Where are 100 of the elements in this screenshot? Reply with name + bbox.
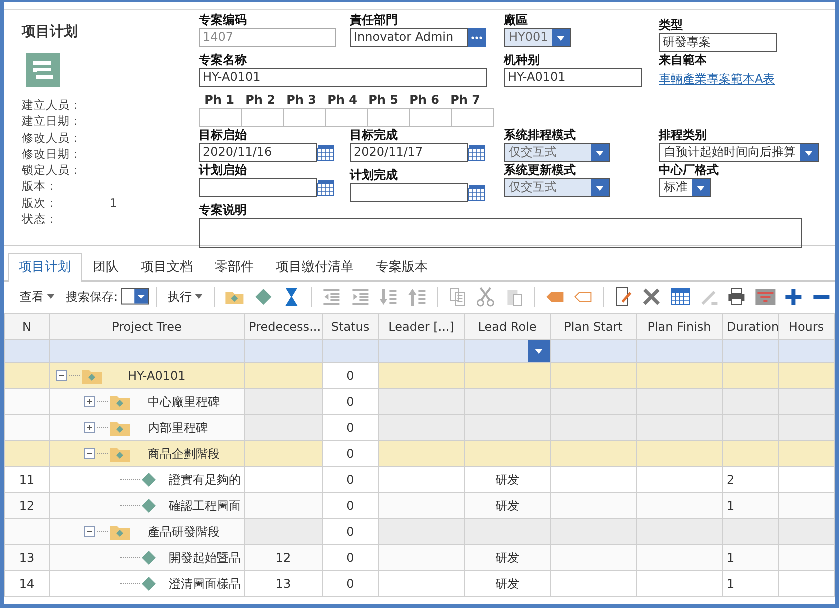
- input-field[interactable]: [199, 178, 317, 197]
- table-row[interactable]: 11 證實有足夠的 0 研发 2: [4, 466, 834, 492]
- menu-button[interactable]: 执行: [164, 288, 208, 306]
- filter-cell[interactable]: [244, 340, 322, 362]
- tree-label: 產品研發階段: [148, 524, 220, 540]
- dropdown-button[interactable]: [528, 340, 550, 362]
- caret-icon: [195, 294, 204, 299]
- tree-cell[interactable]: 產品研發階段: [50, 518, 244, 544]
- tree-cell[interactable]: 證實有足夠的: [50, 466, 244, 492]
- table-row[interactable]: 13 開發起始暨品 12 0 研发 1: [4, 544, 834, 570]
- expand-icon[interactable]: [84, 422, 95, 433]
- table-cell: 0: [322, 440, 378, 466]
- tree-cell[interactable]: 内部里程碑: [50, 414, 244, 440]
- filter-cell[interactable]: [722, 340, 778, 362]
- table-cell: [778, 518, 834, 544]
- table-row[interactable]: 產品研發階段 0: [4, 518, 834, 544]
- calendar-icon[interactable]: [317, 178, 335, 196]
- tab[interactable]: 零部件: [204, 253, 265, 280]
- caret-icon: [595, 184, 605, 192]
- tree-cell[interactable]: 開發起始暨品: [50, 544, 244, 570]
- field-label: 建立日期：: [22, 113, 83, 130]
- filter-cell[interactable]: [550, 340, 636, 362]
- menu-button[interactable]: 查看: [16, 288, 59, 306]
- field-label: 修改日期：: [22, 146, 83, 162]
- filter-cell[interactable]: [378, 340, 464, 362]
- close-icon[interactable]: [641, 286, 663, 306]
- text-area[interactable]: [199, 218, 802, 248]
- table-row[interactable]: 14 澄清圖面樣品 13 0 研发 1: [4, 570, 834, 596]
- phase-field[interactable]: [409, 108, 452, 127]
- calendar-icon[interactable]: [670, 286, 691, 306]
- table-cell: [4, 388, 50, 414]
- folder-icon: [110, 394, 130, 410]
- phase-field[interactable]: [199, 108, 242, 127]
- input-field[interactable]: 2020/11/16: [199, 143, 317, 162]
- phase-label: Ph 4: [326, 92, 358, 108]
- table-cell: 0: [322, 570, 378, 596]
- tree-cell[interactable]: 商品企劃階段: [50, 440, 244, 466]
- tab[interactable]: 项目文档: [130, 253, 204, 280]
- tree-cell[interactable]: HY-A0101: [50, 362, 244, 388]
- phase-field[interactable]: [451, 108, 494, 127]
- table-cell: 0: [322, 466, 378, 492]
- filter-cell[interactable]: [50, 340, 244, 362]
- filter-icon[interactable]: [754, 286, 776, 306]
- input-field[interactable]: 研發專案: [659, 33, 777, 52]
- expand-icon[interactable]: [84, 396, 95, 407]
- filter-cell[interactable]: [464, 340, 550, 362]
- template-link[interactable]: 車輛產業專案範本A表: [659, 72, 776, 86]
- dropdown[interactable]: 自预计起始时间向后推算: [659, 143, 819, 162]
- column-header[interactable]: Lead Role: [464, 314, 550, 340]
- add-icon[interactable]: [783, 286, 804, 306]
- input-field[interactable]: 2020/11/17: [350, 143, 468, 162]
- column-header[interactable]: Plan Finish: [636, 314, 722, 340]
- column-header[interactable]: Status: [322, 314, 378, 340]
- phase-label: Ph 5: [368, 92, 400, 108]
- tree-cell[interactable]: 中心廠里程碑: [50, 388, 244, 414]
- filter-cell[interactable]: [778, 340, 834, 362]
- tab[interactable]: 项目计划: [8, 253, 82, 282]
- tab[interactable]: 团队: [82, 253, 130, 280]
- input-field[interactable]: HY-A0101: [504, 68, 642, 87]
- table-cell: [722, 518, 778, 544]
- column-header[interactable]: Predecess...: [244, 314, 322, 340]
- tab[interactable]: 项目缴付清单: [265, 253, 365, 280]
- column-header[interactable]: Project Tree: [50, 314, 244, 340]
- input-field[interactable]: HY-A0101: [199, 68, 487, 87]
- more-button[interactable]: [468, 28, 486, 47]
- column-header[interactable]: Plan Start: [550, 314, 636, 340]
- phase-field[interactable]: [367, 108, 410, 127]
- caret-icon: [595, 148, 605, 156]
- tree-cell[interactable]: 澄清圖面樣品: [50, 570, 244, 596]
- calendar-icon[interactable]: [468, 184, 486, 202]
- table-row[interactable]: 12 確認工程圖面 0 研发 1: [4, 492, 834, 518]
- field-label: 计划完成: [350, 168, 399, 183]
- input-field[interactable]: [350, 183, 468, 202]
- table-row[interactable]: 商品企劃階段 0: [4, 440, 834, 466]
- dropdown[interactable]: 标准: [659, 178, 711, 197]
- column-header[interactable]: Leader [...]: [378, 314, 464, 340]
- diamond-icon: [142, 472, 156, 486]
- phase-field[interactable]: [283, 108, 326, 127]
- field-label: 修改人员：: [22, 130, 83, 146]
- filter-cell[interactable]: [322, 340, 378, 362]
- table-row[interactable]: HY-A0101 0: [4, 362, 834, 388]
- column-header[interactable]: Hours: [778, 314, 834, 340]
- phase-field[interactable]: [325, 108, 368, 127]
- dropdown[interactable]: [121, 288, 150, 305]
- tree-cell[interactable]: 確認工程圖面: [50, 492, 244, 518]
- diamond-icon: [142, 550, 156, 564]
- input-field[interactable]: Innovator Admin: [350, 28, 468, 47]
- collapse-icon[interactable]: [84, 448, 95, 459]
- table-row[interactable]: 中心廠里程碑 0: [4, 388, 834, 414]
- column-header[interactable]: Duration: [722, 314, 778, 340]
- filter-cell[interactable]: [636, 340, 722, 362]
- column-header[interactable]: N: [4, 314, 50, 340]
- tab[interactable]: 专案版本: [365, 253, 439, 280]
- phase-field[interactable]: [241, 108, 284, 127]
- collapse-icon[interactable]: [84, 526, 95, 537]
- table-row[interactable]: 内部里程碑 0: [4, 414, 834, 440]
- calendar-icon[interactable]: [317, 144, 335, 162]
- calendar-icon[interactable]: [468, 144, 486, 162]
- collapse-icon[interactable]: [56, 370, 67, 381]
- filter-cell[interactable]: [4, 340, 50, 362]
